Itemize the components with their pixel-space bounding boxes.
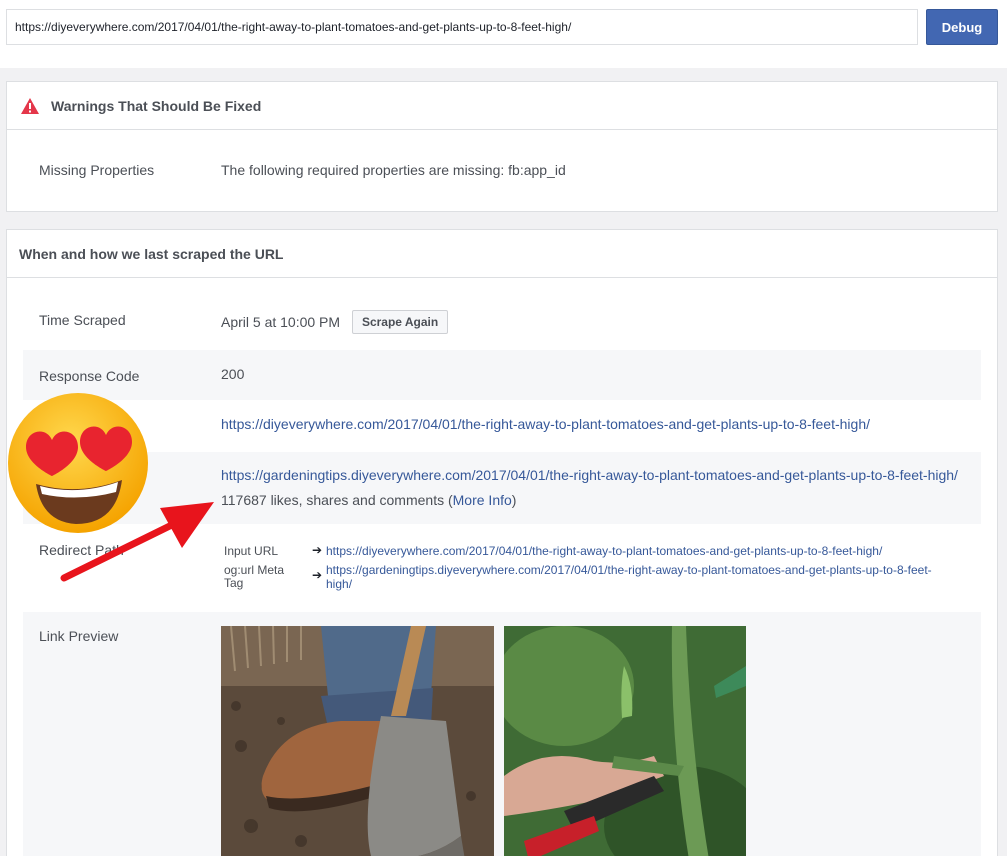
- preview-image-shovel[interactable]: [221, 626, 494, 856]
- redirect-og-url-line1[interactable]: https://gardeningtips.diyeverywhere.com/…: [326, 563, 932, 577]
- scrape-again-button[interactable]: Scrape Again: [351, 310, 449, 334]
- engagement-line: 117687 likes, shares and comments (More …: [221, 492, 516, 508]
- scrape-header: When and how we last scraped the URL: [7, 230, 997, 278]
- more-info-link[interactable]: More Info: [453, 492, 512, 508]
- fetched-url-link[interactable]: https://diyeverywhere.com/2017/04/01/the…: [221, 416, 870, 432]
- engagement-text: 117687 likes, shares and comments (: [221, 492, 453, 508]
- redirect-og-url: https://gardeningtips.diyeverywhere.com/…: [326, 563, 932, 591]
- redirect-og-label: og:url Meta Tag: [224, 564, 284, 590]
- warnings-panel: Warnings That Should Be Fixed Missing Pr…: [6, 81, 998, 212]
- debugger-toolbar: Debug: [0, 0, 1007, 68]
- scrape-title: When and how we last scraped the URL: [19, 245, 284, 262]
- canonical-url-link[interactable]: https://gardeningtips.diyeverywhere.com/…: [221, 467, 958, 483]
- url-input[interactable]: [6, 9, 918, 45]
- redirect-input-url[interactable]: https://diyeverywhere.com/2017/04/01/the…: [326, 544, 882, 558]
- debug-button[interactable]: Debug: [926, 9, 998, 45]
- redirect-arrow-icon: ➔: [312, 543, 323, 557]
- annotation-arrow-icon: [60, 502, 214, 582]
- redirect-og-arrow-icon: ➔: [312, 568, 323, 582]
- missing-properties-label: Missing Properties: [39, 162, 155, 178]
- shovel-boot-photo: [221, 626, 494, 856]
- response-code-row: Response Code 200: [23, 350, 981, 400]
- time-scraped-row: Time Scraped April 5 at 10:00 PM Scrape …: [23, 292, 981, 348]
- preview-image-pruning[interactable]: [504, 626, 746, 856]
- time-scraped-value: April 5 at 10:00 PM Scrape Again: [221, 310, 449, 334]
- missing-properties-value: The following required properties are mi…: [221, 162, 566, 178]
- time-scraped-text: April 5 at 10:00 PM: [221, 314, 341, 330]
- link-preview-row: Link Preview: [23, 612, 981, 856]
- time-scraped-label: Time Scraped: [39, 312, 126, 328]
- pruning-photo: [504, 626, 746, 856]
- warnings-title: Warnings That Should Be Fixed: [51, 97, 262, 114]
- engagement-close: ): [511, 492, 517, 508]
- response-code-label: Response Code: [39, 368, 140, 384]
- redirect-og-url-line2[interactable]: high/: [326, 577, 352, 591]
- redirect-input-label: Input URL: [224, 544, 279, 558]
- response-code-value: 200: [221, 366, 245, 382]
- link-preview-label: Link Preview: [39, 628, 119, 644]
- warning-icon: [21, 97, 39, 114]
- fetched-url-row: https://diyeverywhere.com/2017/04/01/the…: [23, 400, 981, 450]
- warnings-header: Warnings That Should Be Fixed: [7, 82, 997, 130]
- redirect-og-label-line1: og:url Meta: [224, 563, 285, 577]
